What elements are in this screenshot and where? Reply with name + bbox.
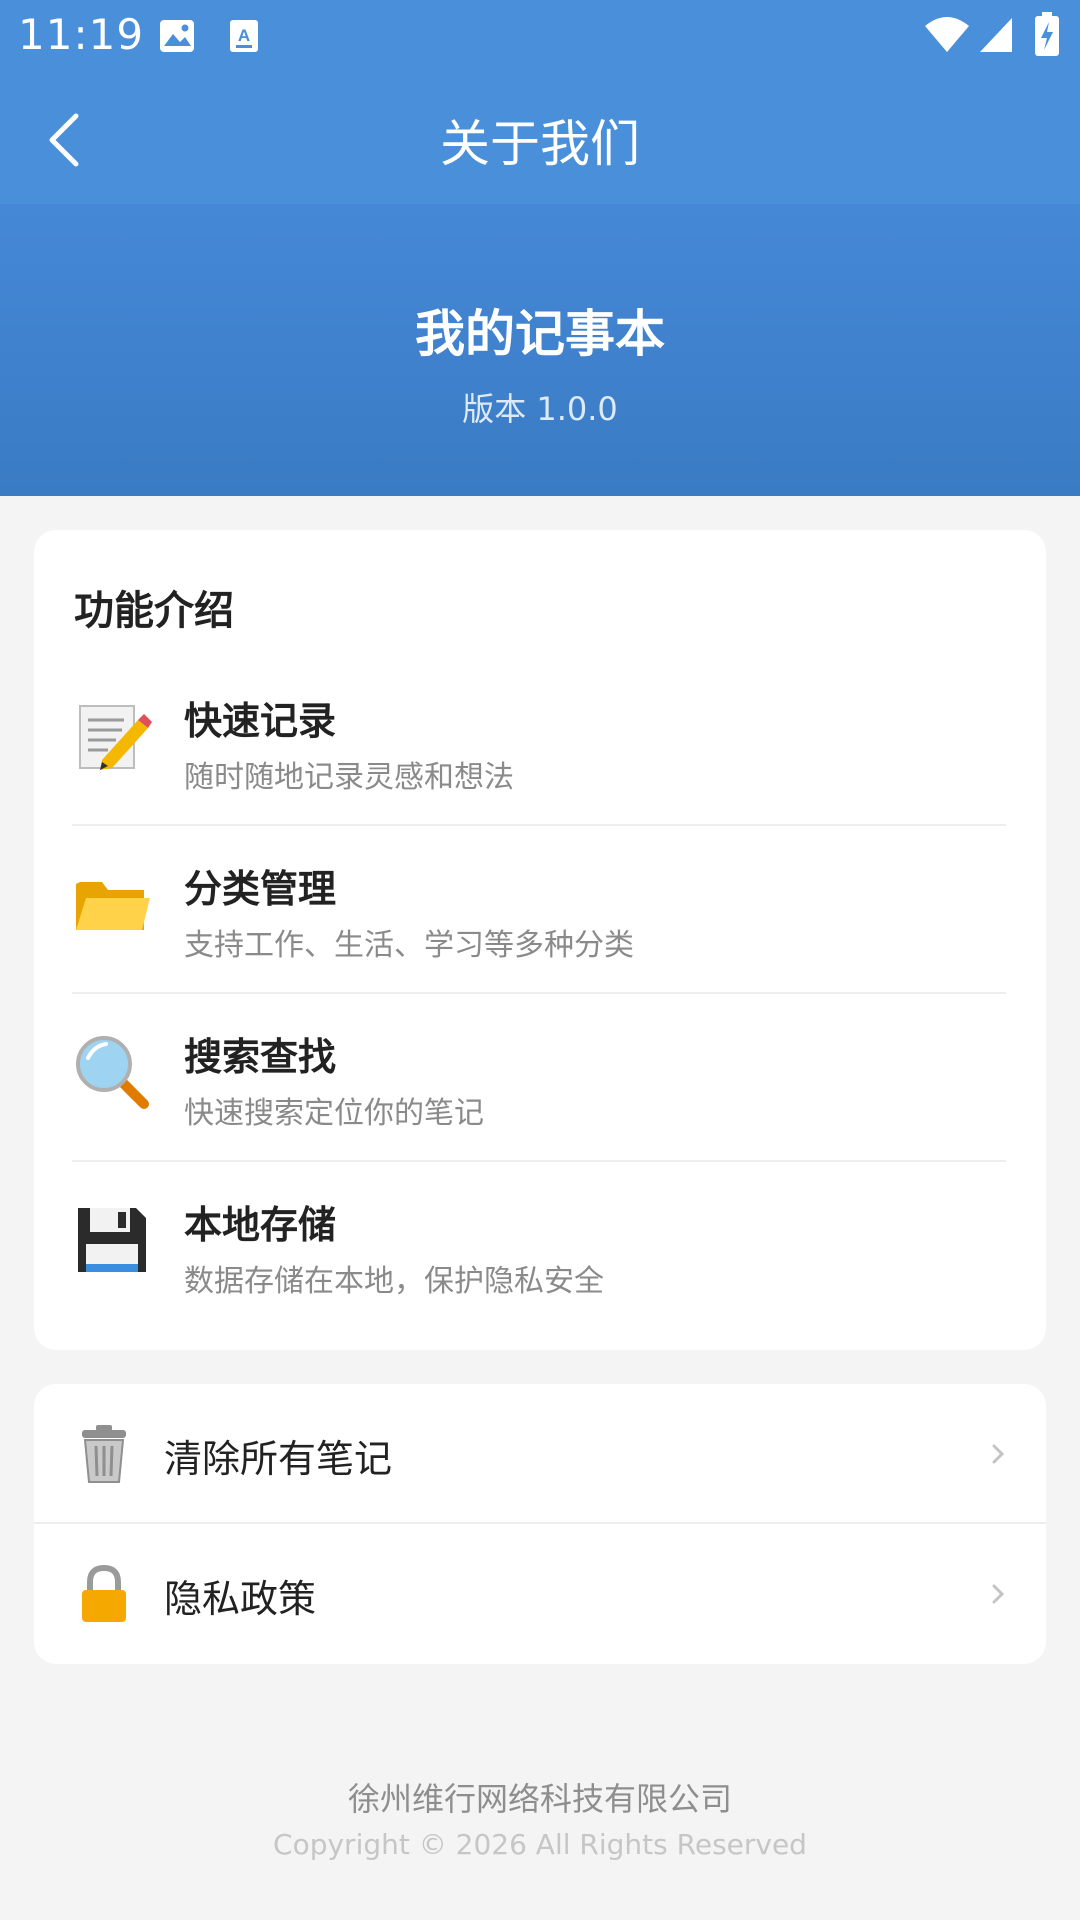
feature-item-category: 分类管理 支持工作、生活、学习等多种分类 (72, 826, 1006, 994)
app-toolbar: 关于我们 (0, 72, 1080, 204)
feature-item-search: 搜索查找 快速搜索定位你的笔记 (72, 994, 1006, 1162)
feature-title: 分类管理 (184, 867, 337, 911)
image-icon (158, 18, 196, 58)
status-bar: 11:19 A (0, 0, 1080, 72)
feature-title: 本地存储 (184, 1203, 337, 1247)
status-time: 11:19 (18, 10, 145, 59)
chevron-right-icon (988, 1434, 1008, 1474)
features-card: 功能介绍 快速记录 随时随地记录灵感和想法 分类管理 支持工作、生活、学习等多种… (34, 530, 1046, 1350)
signal-icon (978, 16, 1014, 58)
memo-icon (72, 696, 152, 776)
floppy-disk-icon (72, 1200, 152, 1280)
feature-item-quick-record: 快速记录 随时随地记录灵感和想法 (72, 658, 1006, 826)
app-version: 版本 1.0.0 (462, 390, 618, 428)
lock-icon (72, 1562, 136, 1626)
feature-title: 快速记录 (184, 699, 337, 743)
text-a-icon: A (228, 18, 260, 58)
features-title: 功能介绍 (74, 588, 234, 634)
svg-text:A: A (238, 26, 250, 45)
feature-desc: 数据存储在本地，保护隐私安全 (184, 1264, 604, 1299)
feature-item-local-storage: 本地存储 数据存储在本地，保护隐私安全 (72, 1162, 1006, 1330)
clear-all-notes-button[interactable]: 清除所有笔记 (34, 1384, 1046, 1524)
app-info-header: 我的记事本 版本 1.0.0 (0, 204, 1080, 496)
action-label: 隐私政策 (164, 1577, 317, 1621)
app-name: 我的记事本 (415, 305, 665, 363)
magnifier-icon (72, 1032, 152, 1112)
feature-title: 搜索查找 (184, 1035, 337, 1079)
action-label: 清除所有笔记 (164, 1437, 393, 1481)
folder-icon (72, 864, 152, 944)
page-title: 关于我们 (440, 115, 640, 173)
feature-desc: 快速搜索定位你的笔记 (184, 1096, 484, 1131)
feature-desc: 随时随地记录灵感和想法 (184, 760, 514, 795)
company-name: 徐州维行网络科技有限公司 (347, 1780, 732, 1818)
feature-desc: 支持工作、生活、学习等多种分类 (184, 928, 634, 963)
wifi-icon (924, 14, 970, 58)
battery-charging-icon (1034, 12, 1060, 60)
privacy-policy-button[interactable]: 隐私政策 (34, 1524, 1046, 1664)
trash-icon (72, 1422, 136, 1486)
actions-card: 清除所有笔记 隐私政策 (34, 1384, 1046, 1664)
copyright-text: Copyright © 2026 All Rights Reserved (273, 1828, 807, 1861)
chevron-right-icon (988, 1574, 1008, 1614)
